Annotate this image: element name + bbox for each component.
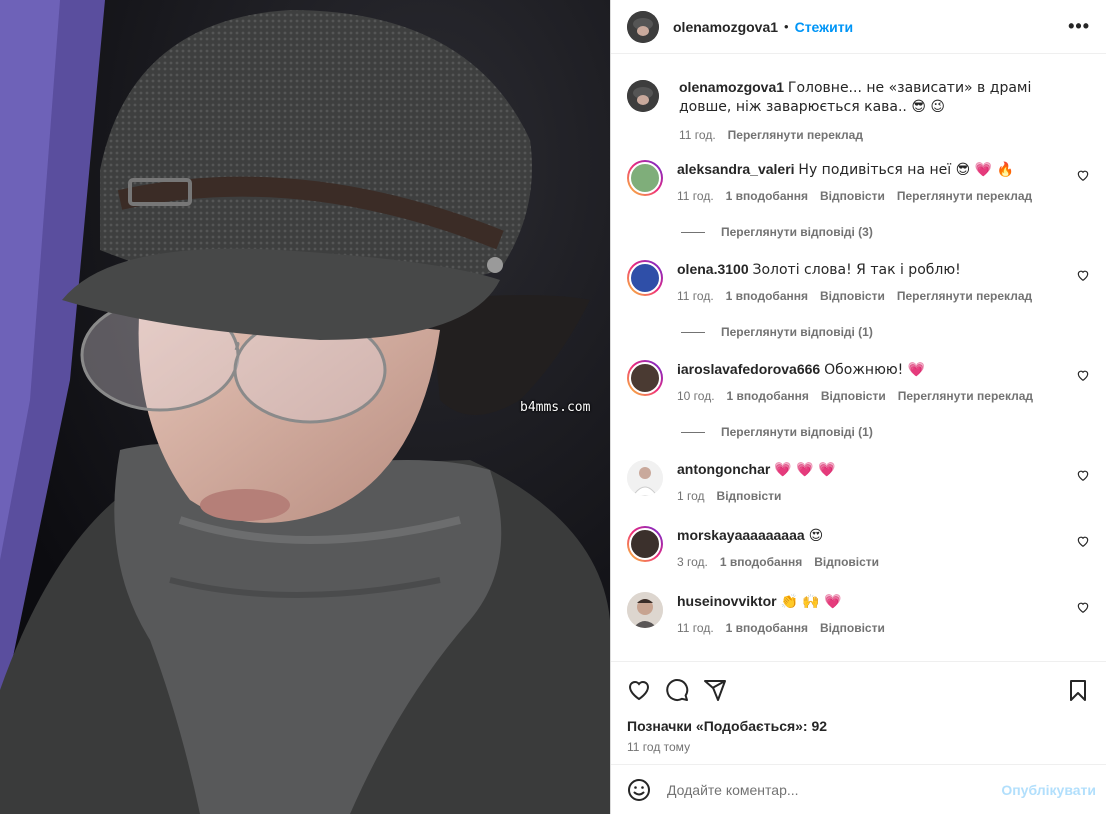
commenter-avatar[interactable] — [627, 592, 663, 628]
avatar-image — [627, 460, 663, 496]
avatar-image — [627, 80, 659, 112]
comment-item: huseinovviktor 👏 🙌 💗 11 год. 1 вподобанн… — [627, 592, 1096, 635]
avatar-image — [627, 10, 659, 43]
caption-avatar[interactable] — [627, 80, 659, 112]
comment-time[interactable]: 3 год. — [677, 555, 708, 569]
reply-button[interactable]: Відповісти — [820, 189, 885, 203]
comment-item: antongonchar 💗 💗 💗 1 год Відповісти — [627, 460, 1096, 503]
comment-time[interactable]: 1 год — [677, 489, 705, 503]
commenter-avatar[interactable] — [627, 460, 663, 496]
translate-button[interactable]: Переглянути переклад — [898, 389, 1033, 403]
replies-line — [681, 231, 705, 233]
post-time[interactable]: 11 год тому — [627, 740, 1090, 754]
post-details-pane: olenamozgova1 • Стежити ••• olenamozgova… — [610, 0, 1106, 814]
replies-line — [681, 331, 705, 333]
avatar-image — [627, 592, 663, 628]
caption-translate[interactable]: Переглянути переклад — [728, 128, 863, 142]
comment-text: Ну подивіться на неї 😎 💗 🔥 — [798, 162, 1014, 178]
comment-likes[interactable]: 1 вподобання — [727, 389, 809, 403]
comment-likes[interactable]: 1 вподобання — [720, 555, 802, 569]
emoji-icon[interactable] — [627, 778, 651, 802]
like-comment-icon[interactable] — [1076, 268, 1090, 282]
post-photo[interactable]: b4mms.com — [0, 0, 610, 814]
like-icon[interactable] — [627, 678, 651, 702]
comment-text: 👏 🙌 💗 — [780, 594, 842, 610]
comment-likes[interactable]: 1 вподобання — [726, 289, 808, 303]
comment-input[interactable] — [667, 781, 1002, 798]
view-replies-label: Переглянути відповіді (3) — [721, 225, 873, 239]
comment-text: Обожнюю! 💗 — [824, 362, 926, 378]
commenter-avatar[interactable] — [627, 260, 663, 296]
watermark: b4mms.com — [520, 400, 591, 415]
add-comment-bar: Опублікувати — [611, 764, 1106, 814]
reply-button[interactable]: Відповісти — [814, 555, 879, 569]
comment-item: aleksandra_valeri Ну подивіться на неї 😎… — [627, 160, 1096, 203]
post-header: olenamozgova1 • Стежити ••• — [611, 0, 1106, 54]
likes-count[interactable]: Позначки «Подобається»: 92 — [627, 718, 1090, 734]
comment-item: iaroslavafedorova666 Обожнюю! 💗 10 год. … — [627, 360, 1096, 403]
comment-likes[interactable]: 1 вподобання — [726, 189, 808, 203]
comment-time[interactable]: 10 год. — [677, 389, 715, 403]
selfie-image — [0, 0, 610, 814]
reply-button[interactable]: Відповісти — [820, 289, 885, 303]
comment-text: 😍 — [808, 528, 824, 544]
like-comment-icon[interactable] — [1076, 534, 1090, 548]
comment-time[interactable]: 11 год. — [677, 289, 714, 303]
reply-button[interactable]: Відповісти — [717, 489, 782, 503]
comment-time[interactable]: 11 год. — [677, 621, 714, 635]
view-replies-label: Переглянути відповіді (1) — [721, 425, 873, 439]
comment-likes[interactable]: 1 вподобання — [726, 621, 808, 635]
view-replies[interactable]: Переглянути відповіді (1) — [681, 325, 873, 339]
view-replies[interactable]: Переглянути відповіді (1) — [681, 425, 873, 439]
bookmark-icon[interactable] — [1066, 678, 1090, 702]
comment-username[interactable]: iaroslavafedorova666 — [677, 361, 820, 377]
commenter-avatar[interactable] — [627, 360, 663, 396]
follow-button[interactable]: Стежити — [795, 19, 854, 35]
more-options-icon[interactable]: ••• — [1068, 16, 1090, 37]
commenter-avatar[interactable] — [627, 160, 663, 196]
comment-username[interactable]: olena.3100 — [677, 261, 749, 277]
comment-icon[interactable] — [665, 678, 689, 702]
share-icon[interactable] — [703, 678, 727, 702]
comment-item: olena.3100 Золоті слова! Я так і роблю! … — [627, 260, 1096, 303]
reply-button[interactable]: Відповісти — [821, 389, 886, 403]
view-replies-label: Переглянути відповіді (1) — [721, 325, 873, 339]
replies-line — [681, 431, 705, 433]
caption-time[interactable]: 11 год. — [679, 128, 716, 142]
translate-button[interactable]: Переглянути переклад — [897, 289, 1032, 303]
comment-username[interactable]: aleksandra_valeri — [677, 161, 795, 177]
view-replies[interactable]: Переглянути відповіді (3) — [681, 225, 873, 239]
post-actions: Позначки «Подобається»: 92 11 год тому — [611, 661, 1106, 754]
caption: olenamozgova1 Головне... не «зависати» в… — [627, 78, 1096, 142]
comment-username[interactable]: huseinovviktor — [677, 593, 777, 609]
separator-dot: • — [784, 19, 789, 34]
author-username[interactable]: olenamozgova1 — [673, 19, 778, 35]
comment-time[interactable]: 11 год. — [677, 189, 714, 203]
post-comment-button[interactable]: Опублікувати — [1001, 782, 1096, 798]
author-avatar[interactable] — [627, 10, 659, 43]
like-comment-icon[interactable] — [1076, 168, 1090, 182]
commenter-avatar[interactable] — [627, 526, 663, 562]
translate-button[interactable]: Переглянути переклад — [897, 189, 1032, 203]
comment-text: Золоті слова! Я так і роблю! — [752, 262, 961, 278]
comment-username[interactable]: antongonchar — [677, 461, 770, 477]
like-comment-icon[interactable] — [1076, 468, 1090, 482]
reply-button[interactable]: Відповісти — [820, 621, 885, 635]
caption-username[interactable]: olenamozgova1 — [679, 79, 784, 95]
like-comment-icon[interactable] — [1076, 368, 1090, 382]
comment-item: morskayaaaaaaaaa 😍 3 год. 1 вподобання В… — [627, 526, 1096, 569]
comment-username[interactable]: morskayaaaaaaaaa — [677, 527, 805, 543]
like-comment-icon[interactable] — [1076, 600, 1090, 614]
comment-text: 💗 💗 💗 — [774, 462, 836, 478]
